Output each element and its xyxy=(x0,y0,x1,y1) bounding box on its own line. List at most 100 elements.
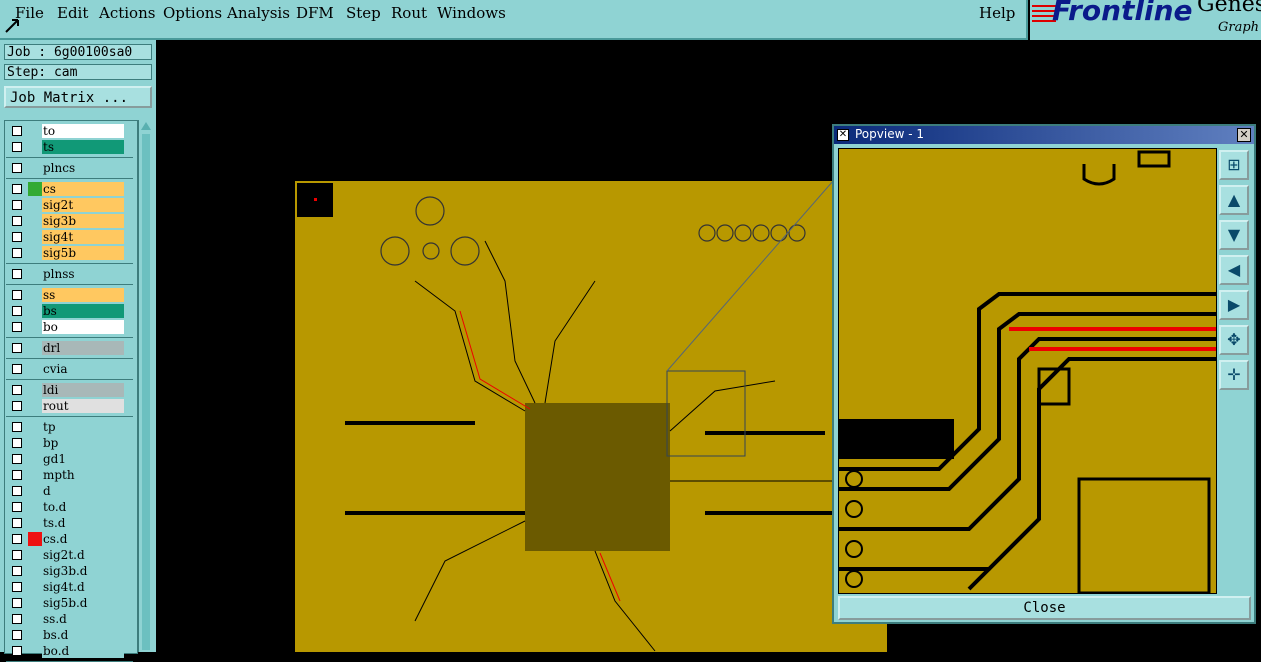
layer-name[interactable]: drl xyxy=(42,341,124,355)
pan-right-icon[interactable]: ▶ xyxy=(1219,290,1249,320)
layer-name[interactable]: rout xyxy=(42,399,124,413)
layer-name[interactable]: bp xyxy=(42,436,124,450)
layer-name[interactable]: cvia xyxy=(42,362,124,376)
layer-name[interactable]: gd1 xyxy=(42,452,124,466)
layer-checkbox[interactable] xyxy=(12,646,22,656)
layer-checkbox[interactable] xyxy=(12,306,22,316)
layer-checkbox[interactable] xyxy=(12,401,22,411)
layer-name[interactable]: ss.d xyxy=(42,612,124,626)
layer-row[interactable]: mpth xyxy=(6,467,133,483)
menu-options[interactable]: Options xyxy=(163,4,222,22)
layer-checkbox[interactable] xyxy=(12,598,22,608)
layer-checkbox[interactable] xyxy=(12,343,22,353)
layer-row[interactable]: sig5b.d xyxy=(6,595,133,611)
zoom-in-icon[interactable]: ⊞ xyxy=(1219,150,1249,180)
layer-name[interactable]: d xyxy=(42,484,124,498)
layer-row[interactable]: bo xyxy=(6,319,133,335)
menu-help[interactable]: Help xyxy=(979,4,1015,22)
layer-row[interactable]: ss.d xyxy=(6,611,133,627)
layer-name[interactable]: ss xyxy=(42,288,124,302)
layer-row[interactable]: plncs xyxy=(6,160,133,176)
close-icon[interactable]: ✕ xyxy=(1237,128,1251,142)
layer-row[interactable]: sig3b xyxy=(6,213,133,229)
popview-titlebar[interactable]: ✕ Popview - 1 ✕ xyxy=(834,126,1254,144)
layer-name[interactable]: sig4t xyxy=(42,230,124,244)
layer-checkbox[interactable] xyxy=(12,582,22,592)
layer-name[interactable]: plncs xyxy=(42,161,124,175)
layer-name[interactable]: bo xyxy=(42,320,124,334)
pan-down-icon[interactable]: ▼ xyxy=(1219,220,1249,250)
layer-row[interactable]: ts xyxy=(6,139,133,155)
layer-checkbox[interactable] xyxy=(12,200,22,210)
layer-row[interactable]: to.d xyxy=(6,499,133,515)
layer-row[interactable]: sig2t xyxy=(6,197,133,213)
layer-name[interactable]: sig3b.d xyxy=(42,564,124,578)
layer-row[interactable]: sig2t.d xyxy=(6,547,133,563)
layer-row[interactable]: cs.d xyxy=(6,531,133,547)
layer-name[interactable]: tp xyxy=(42,420,124,434)
layer-row[interactable]: to xyxy=(6,123,133,139)
pan-up-icon[interactable]: ▲ xyxy=(1219,185,1249,215)
pan-left-icon[interactable]: ◀ xyxy=(1219,255,1249,285)
layer-row[interactable]: cvia xyxy=(6,361,133,377)
layer-name[interactable]: ldi xyxy=(42,383,124,397)
layer-checkbox[interactable] xyxy=(12,566,22,576)
layer-checkbox[interactable] xyxy=(12,216,22,226)
layer-checkbox[interactable] xyxy=(12,502,22,512)
layer-row[interactable]: bs.d xyxy=(6,627,133,643)
layer-checkbox[interactable] xyxy=(12,248,22,258)
menu-analysis[interactable]: Analysis xyxy=(227,4,290,22)
popview-window[interactable]: ✕ Popview - 1 ✕ ⊞ ▲ ▼ ◀ ▶ ✥ ✛ Close xyxy=(832,124,1256,624)
layer-name[interactable]: bs.d xyxy=(42,628,124,642)
layer-checkbox[interactable] xyxy=(12,142,22,152)
menu-rout[interactable]: Rout xyxy=(391,4,427,22)
layer-row[interactable]: plnss xyxy=(6,266,133,282)
layer-row[interactable]: sig5b xyxy=(6,245,133,261)
layer-checkbox[interactable] xyxy=(12,290,22,300)
layer-row[interactable]: ss xyxy=(6,287,133,303)
layer-name[interactable]: to.d xyxy=(42,500,124,514)
layer-row[interactable]: sig4t.d xyxy=(6,579,133,595)
layer-row[interactable]: bs xyxy=(6,303,133,319)
layer-name[interactable]: sig3b xyxy=(42,214,124,228)
layer-name[interactable]: sig5b.d xyxy=(42,596,124,610)
scroll-up-icon[interactable] xyxy=(141,122,151,130)
layer-name[interactable]: cs.d xyxy=(42,532,124,546)
layer-checkbox[interactable] xyxy=(12,322,22,332)
layer-checkbox[interactable] xyxy=(12,422,22,432)
menu-dfm[interactable]: DFM xyxy=(296,4,334,22)
layer-row[interactable]: d xyxy=(6,483,133,499)
layer-checkbox[interactable] xyxy=(12,184,22,194)
layer-checkbox[interactable] xyxy=(12,385,22,395)
layer-name[interactable]: mpth xyxy=(42,468,124,482)
layer-row[interactable]: sig4t xyxy=(6,229,133,245)
layer-row[interactable]: ts.d xyxy=(6,515,133,531)
layer-checkbox[interactable] xyxy=(12,518,22,528)
fit-icon[interactable]: ✥ xyxy=(1219,325,1249,355)
layer-name[interactable]: plnss xyxy=(42,267,124,281)
popview-canvas[interactable] xyxy=(838,148,1217,594)
job-matrix-button[interactable]: Job Matrix ... xyxy=(4,86,152,108)
scroll-track[interactable] xyxy=(142,134,150,650)
layer-name[interactable]: to xyxy=(42,124,124,138)
layer-checkbox[interactable] xyxy=(12,470,22,480)
layer-checkbox[interactable] xyxy=(12,364,22,374)
layer-row[interactable]: bo.d xyxy=(6,643,133,659)
pcb-board[interactable] xyxy=(295,180,887,652)
layer-name[interactable]: sig5b xyxy=(42,246,124,260)
layer-name[interactable]: bs xyxy=(42,304,124,318)
layer-checkbox[interactable] xyxy=(12,614,22,624)
window-menu-icon[interactable]: ✕ xyxy=(837,129,849,141)
layer-name[interactable]: sig2t xyxy=(42,198,124,212)
layer-name[interactable]: ts.d xyxy=(42,516,124,530)
layer-row[interactable]: bp xyxy=(6,435,133,451)
layer-name[interactable]: bo.d xyxy=(42,644,124,658)
layer-row[interactable]: gd1 xyxy=(6,451,133,467)
menu-windows[interactable]: Windows xyxy=(437,4,506,22)
layer-checkbox[interactable] xyxy=(12,534,22,544)
close-button[interactable]: Close xyxy=(838,596,1251,620)
layer-row[interactable]: drl xyxy=(6,340,133,356)
layer-checkbox[interactable] xyxy=(12,232,22,242)
layer-row[interactable]: sig3b.d xyxy=(6,563,133,579)
layer-row[interactable]: tp xyxy=(6,419,133,435)
